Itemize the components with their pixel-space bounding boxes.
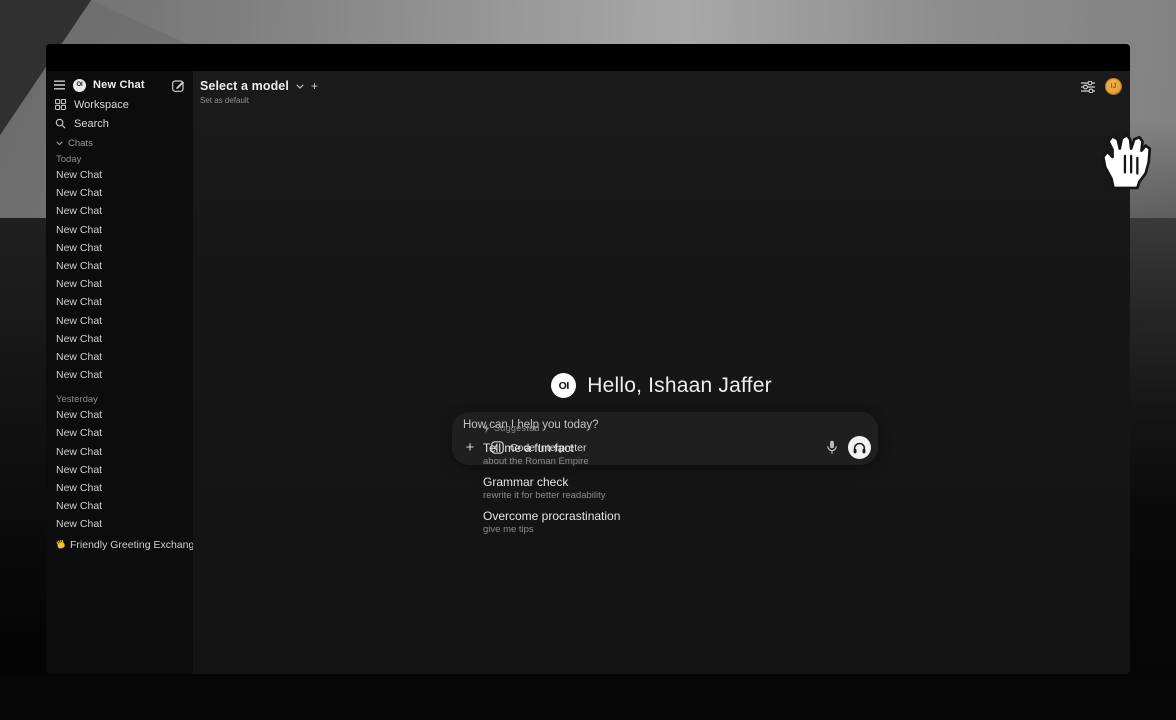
sidebar-toggle-icon[interactable] [54,80,66,90]
search-icon [55,118,66,129]
model-selector[interactable]: Select a model + [200,79,318,93]
new-chat-compose-icon[interactable] [172,79,185,92]
backdrop-left [0,218,46,720]
chat-list-item-named[interactable]: Friendly Greeting Exchange [46,536,193,554]
chevron-down-icon [296,84,304,89]
app-logo-icon: OI [551,373,576,398]
chat-group-today: New Chat New Chat New Chat New Chat New … [46,166,193,384]
suggested-prompts: Suggested Tell me a fun fact about the R… [483,423,803,535]
chats-section-header[interactable]: Chats [46,137,193,150]
controls-sliders-icon[interactable] [1081,81,1095,93]
suggested-prompt-subtitle: about the Roman Empire [483,456,803,467]
sidebar-item-search[interactable]: Search [46,114,193,133]
chat-list-item[interactable]: New Chat [46,406,193,424]
window-titlebar [46,44,1130,71]
chat-list-item[interactable]: New Chat [46,366,193,384]
headphones-icon [853,442,866,454]
suggested-prompt-subtitle: give me tips [483,524,803,535]
search-label: Search [74,118,109,130]
suggested-prompt[interactable]: Grammar check rewrite it for better read… [483,475,803,501]
greeting-text: Hello, Ishaan Jaffer [587,374,772,398]
wave-emoji-icon [56,540,66,550]
suggested-prompt[interactable]: Tell me a fun fact about the Roman Empir… [483,441,803,467]
chat-list-item[interactable]: New Chat [46,312,193,330]
suggested-prompt-subtitle: rewrite it for better readability [483,490,803,501]
user-avatar[interactable]: IJ [1105,78,1122,95]
chat-list-item[interactable]: New Chat [46,166,193,184]
chat-list-item[interactable]: New Chat [46,184,193,202]
chat-list-item[interactable]: New Chat [46,443,193,461]
backdrop-bottom [0,674,1176,720]
suggested-prompt-title: Grammar check [483,475,803,489]
desktop-background: OI New Chat Workspace [0,0,1176,720]
chat-list-item[interactable]: New Chat [46,275,193,293]
microphone-icon[interactable] [826,440,838,455]
chat-list-item[interactable]: New Chat [46,257,193,275]
chat-list-item[interactable]: New Chat [46,424,193,442]
bolt-icon [483,424,490,433]
chat-list-item[interactable]: New Chat [46,479,193,497]
add-model-icon[interactable]: + [311,81,318,91]
sidebar-nav: Workspace Search [46,95,193,133]
chevron-down-icon [56,141,63,146]
chat-list-item[interactable]: New Chat [46,330,193,348]
app-logo-icon: OI [73,79,86,92]
chat-group-label-yesterday: Yesterday [46,393,193,406]
sidebar-header: OI New Chat [54,77,185,93]
app-window: OI New Chat Workspace [46,44,1130,674]
suggested-prompt[interactable]: Overcome procrastination give me tips [483,509,803,535]
workspace-label: Workspace [74,99,129,111]
suggested-prompt-title: Overcome procrastination [483,509,803,523]
chat-group-yesterday: New Chat New Chat New Chat New Chat New … [46,406,193,533]
chat-list-item[interactable]: New Chat [46,202,193,220]
topbar-right-controls: IJ [1081,78,1122,95]
set-default-link[interactable]: Set as default [200,96,249,105]
chats-label: Chats [68,138,93,149]
chat-group-label-today: Today [46,153,193,166]
named-chat-label: Friendly Greeting Exchange [70,536,193,554]
sidebar: OI New Chat Workspace [46,71,193,674]
chat-list-item[interactable]: New Chat [46,348,193,366]
sidebar-item-workspace[interactable]: Workspace [46,95,193,114]
chat-list-item[interactable]: New Chat [46,497,193,515]
attach-plus-icon[interactable]: + [462,440,478,455]
chat-list-item[interactable]: New Chat [46,293,193,311]
workspace-grid-icon [55,99,66,110]
model-selector-label: Select a model [200,79,289,93]
sidebar-title: New Chat [93,79,145,91]
chat-list-item[interactable]: New Chat [46,461,193,479]
suggested-label: Suggested [494,423,540,433]
voice-mode-button[interactable] [848,436,871,459]
chat-list-item[interactable]: New Chat [46,239,193,257]
backdrop-right [1130,218,1176,720]
greeting-block: OI Hello, Ishaan Jaffer [193,373,1130,398]
main-content: Select a model + Set as default IJ OI He… [193,71,1130,674]
suggested-header: Suggested [483,423,803,433]
suggested-prompt-title: Tell me a fun fact [483,441,803,455]
chat-list-item[interactable]: New Chat [46,515,193,533]
chat-list-item[interactable]: New Chat [46,221,193,239]
